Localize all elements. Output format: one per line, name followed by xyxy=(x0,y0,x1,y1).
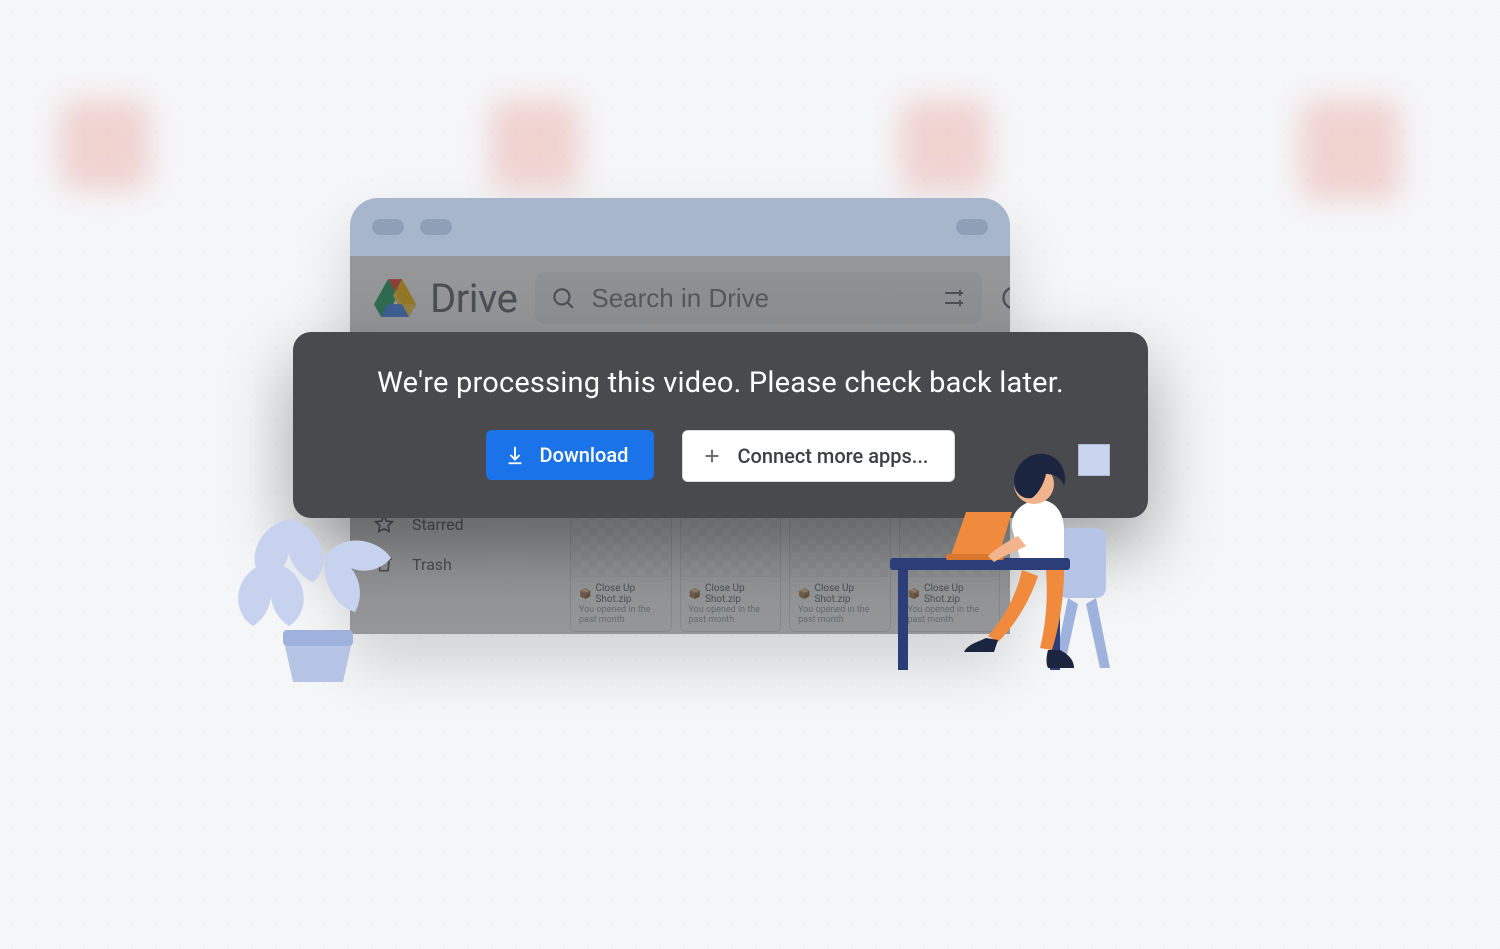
window-control[interactable] xyxy=(372,219,404,235)
bg-blob xyxy=(60,100,150,190)
plus-icon xyxy=(701,445,723,467)
browser-titlebar xyxy=(350,198,1010,256)
bg-blob xyxy=(490,100,580,190)
download-icon xyxy=(504,444,526,466)
window-control[interactable] xyxy=(956,219,988,235)
dialog-message: We're processing this video. Please chec… xyxy=(333,366,1108,400)
connect-apps-button[interactable]: Connect more apps... xyxy=(682,430,955,482)
bg-blob xyxy=(900,100,990,190)
download-label: Download xyxy=(540,443,629,467)
window-control[interactable] xyxy=(420,219,452,235)
bg-blob xyxy=(1300,100,1400,200)
decorative-square xyxy=(1078,444,1110,476)
processing-dialog: We're processing this video. Please chec… xyxy=(293,332,1148,518)
connect-label: Connect more apps... xyxy=(737,444,928,468)
scene: Drive xyxy=(0,0,1500,949)
download-button[interactable]: Download xyxy=(486,430,655,480)
